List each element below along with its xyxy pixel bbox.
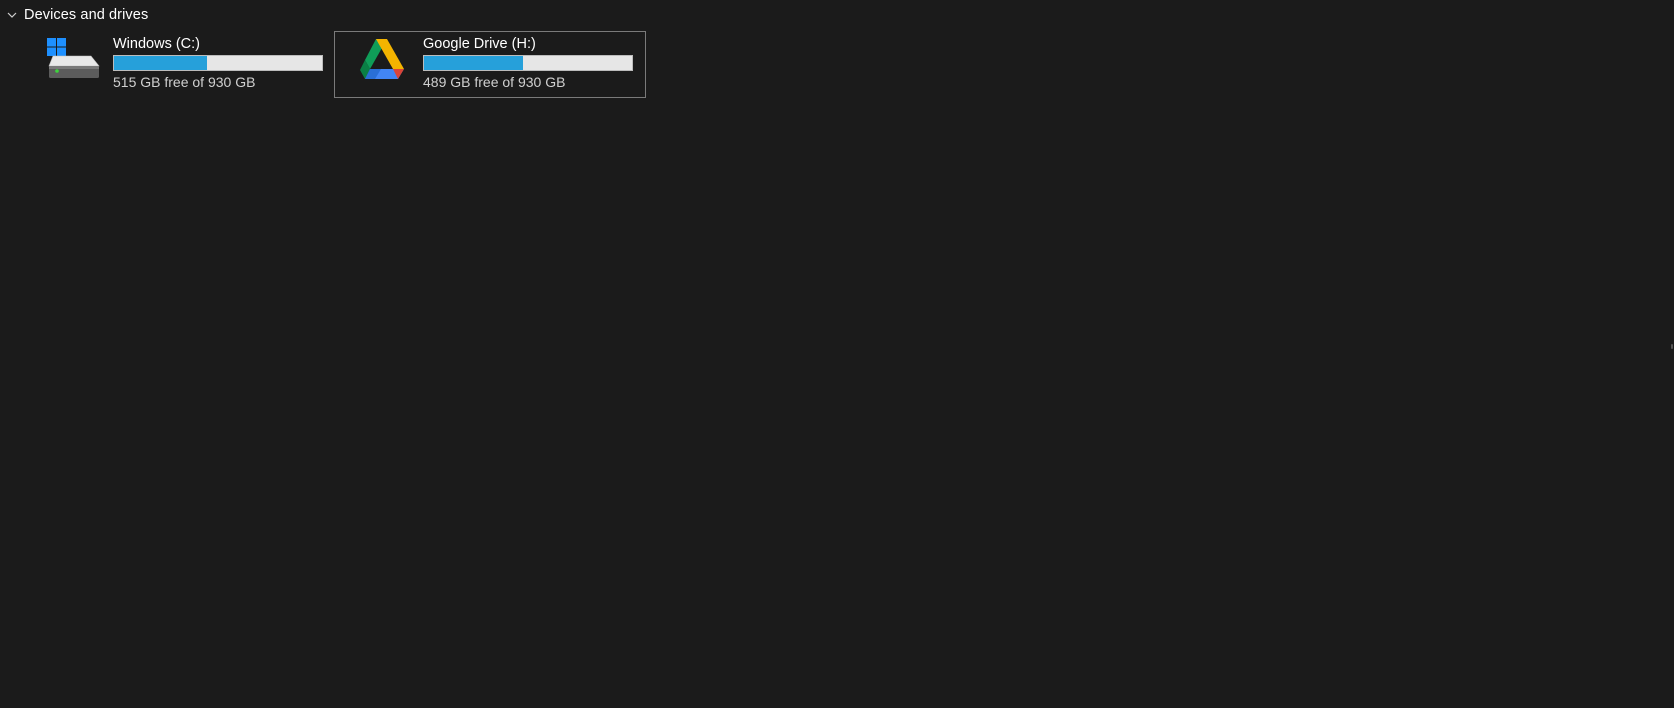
drive-info: Google Drive (H:) 489 GB free of 930 GB: [423, 35, 635, 90]
file-explorer-content: Devices and drives Windows (C:) 515 GB f…: [0, 0, 1674, 708]
drive-free-space: 489 GB free of 930 GB: [423, 74, 566, 90]
usage-bar: [423, 55, 633, 71]
drive-info: Windows (C:) 515 GB free of 930 GB: [113, 35, 325, 90]
google-drive-icon: [357, 36, 415, 86]
usage-bar: [113, 55, 323, 71]
devices-and-drives-header[interactable]: Devices and drives: [6, 5, 148, 25]
scrollbar-grip[interactable]: [1671, 344, 1673, 349]
drive-name: Google Drive (H:): [423, 36, 536, 52]
usage-fill: [114, 56, 207, 70]
section-title: Devices and drives: [24, 7, 149, 23]
drive-free-space: 515 GB free of 930 GB: [113, 74, 256, 90]
windows-hard-drive-icon: [47, 36, 105, 86]
drive-tile-google-drive-h[interactable]: Google Drive (H:) 489 GB free of 930 GB: [334, 31, 646, 98]
usage-fill: [424, 56, 523, 70]
chevron-down-icon[interactable]: [6, 9, 18, 21]
drive-tile-windows-c[interactable]: Windows (C:) 515 GB free of 930 GB: [24, 31, 336, 98]
scrollbar-track[interactable]: [1668, 0, 1674, 708]
drive-name: Windows (C:): [113, 36, 201, 52]
